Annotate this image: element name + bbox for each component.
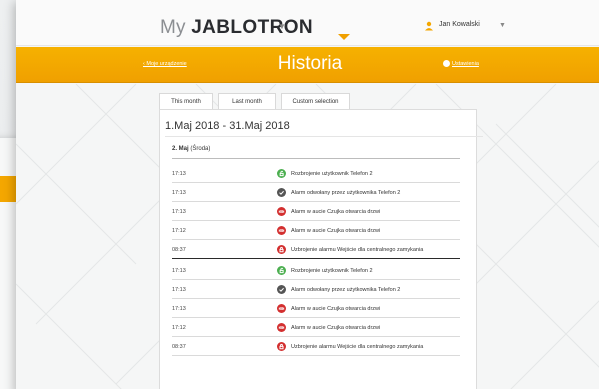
day-weekday: (Środa) (190, 146, 211, 152)
event-row: 17:13 Alarm w aucie Czujka otwarcia drzwi (172, 203, 460, 221)
alarm-icon (277, 323, 286, 332)
event-time: 17:13 (172, 209, 186, 215)
event-description: Alarm w aucie Czujka otwarcia drzwi (291, 306, 381, 312)
lock-icon (277, 245, 286, 254)
event-description: Uzbrojenie alarmu Wejście dla centralneg… (291, 344, 424, 350)
event-time: 17:13 (172, 190, 186, 196)
logo-dropdown-caret-icon[interactable]: ▼ (278, 22, 286, 31)
event-row: 08:37 Uzbrojenie alarmu Wejście dla centr… (172, 241, 460, 259)
day-heading: 2. Maj (Środa) (172, 146, 210, 152)
event-description: Alarm w aucie Czujka otwarcia drzwi (291, 325, 381, 331)
day-date: 2. Maj (172, 146, 189, 152)
user-name[interactable]: Jan Kowalski (439, 21, 480, 28)
lock-icon (277, 342, 286, 351)
event-row: 17:12 Alarm w aucie Czujka otwarcia drzwi (172, 319, 460, 337)
event-row: 17:13 Alarm odwołany przez użytkownika Te… (172, 281, 460, 299)
check-icon (277, 188, 286, 197)
event-time: 08:37 (172, 247, 186, 253)
event-time: 17:13 (172, 287, 186, 293)
event-description: Alarm w aucie Czujka otwarcia drzwi (291, 228, 381, 234)
event-time: 17:13 (172, 268, 186, 274)
settings-link[interactable]: Ustawienia (452, 61, 479, 67)
divider (165, 136, 483, 137)
app-logo[interactable]: My JABLOTRON (160, 17, 313, 39)
top-bar: My JABLOTRON ▼ Jan Kowalski ▼ (16, 0, 599, 46)
event-row: 08:37 Uzbrojenie alarmu Wejście dla centr… (172, 338, 460, 356)
event-description: Rozbrojenie użytkownik Telefon 2 (291, 268, 373, 274)
unlock-icon (277, 169, 286, 178)
logo-brand: JABLOTRON (191, 17, 314, 38)
tab-custom-selection[interactable]: Custom selection (281, 93, 350, 110)
page-title-wrap: Historia (16, 53, 599, 75)
event-description: Rozbrojenie użytkownik Telefon 2 (291, 171, 373, 177)
event-row: 17:13 Alarm w aucie Czujka otwarcia drzwi (172, 300, 460, 318)
page-header-bar: ‹ Moje urządzenie Historia Ustawienia (16, 47, 599, 83)
page-title: Historia (277, 53, 343, 74)
check-icon (277, 285, 286, 294)
event-description: Alarm w aucie Czujka otwarcia drzwi (291, 209, 381, 215)
unlock-icon (277, 266, 286, 275)
user-icon (425, 21, 433, 31)
event-row: 17:13 Alarm odwołany przez użytkownika Te… (172, 184, 460, 202)
logo-my: My (160, 17, 186, 38)
event-time: 17:12 (172, 325, 186, 331)
gear-icon[interactable] (443, 60, 450, 67)
event-time: 17:12 (172, 228, 186, 234)
date-range: 1.Maj 2018 - 31.Maj 2018 (165, 120, 290, 132)
user-dropdown-caret-icon[interactable]: ▼ (499, 22, 506, 29)
event-time: 17:13 (172, 171, 186, 177)
divider (172, 158, 460, 159)
title-notch (338, 34, 350, 40)
event-time: 17:13 (172, 306, 186, 312)
alarm-icon (277, 207, 286, 216)
history-panel: 1.Maj 2018 - 31.Maj 2018 2. Maj (Środa) … (159, 109, 483, 389)
event-description: Alarm odwołany przez użytkownika Telefon… (291, 190, 401, 196)
event-time: 08:37 (172, 344, 186, 350)
event-row: 17:12 Alarm w aucie Czujka otwarcia drzwi (172, 222, 460, 240)
event-row: 17:13 Rozbrojenie użytkownik Telefon 2 (172, 262, 460, 280)
screenshot-stage: My JABLOTRON ▼ Jan Kowalski ▼ ‹ Moje urz… (0, 0, 599, 389)
main-window: My JABLOTRON ▼ Jan Kowalski ▼ ‹ Moje urz… (16, 0, 599, 389)
event-description: Uzbrojenie alarmu Wejście dla centralneg… (291, 247, 424, 253)
tab-last-month[interactable]: Last month (218, 93, 276, 110)
event-description: Alarm odwołany przez użytkownika Telefon… (291, 287, 401, 293)
alarm-icon (277, 304, 286, 313)
event-row: 17:13 Rozbrojenie użytkownik Telefon 2 (172, 165, 460, 183)
alarm-icon (277, 226, 286, 235)
